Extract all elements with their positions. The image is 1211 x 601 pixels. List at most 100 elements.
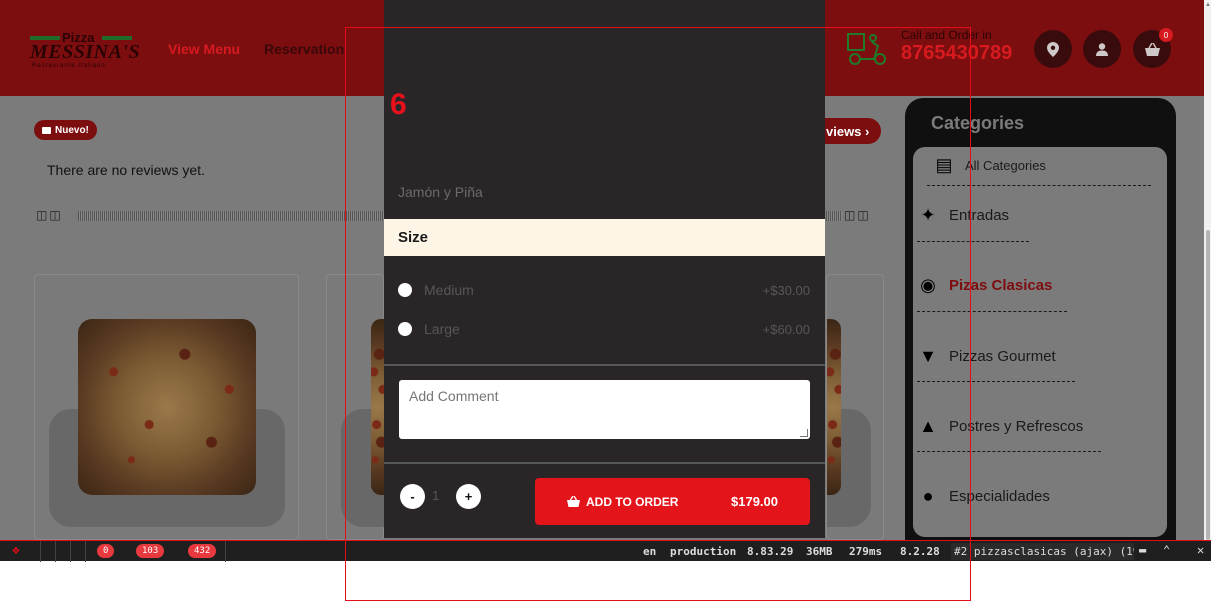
add-to-order-label: ADD TO ORDER [586,494,679,509]
category-pizas-clasicas[interactable]: ◉ Pizas Clasicas [915,265,1052,305]
minus-icon: - [410,489,415,504]
request-select[interactable]: #2 pizzasclasicas (ajax) (19:1 ⌄ [951,543,1134,560]
product-description: Jamón y Piña [398,184,483,200]
cart-button[interactable]: 0 [1133,28,1173,68]
logo-flag-stripe [30,36,60,40]
quantity-value: 1 [432,488,440,503]
categories-title: Categories [931,113,1025,133]
divider [70,541,71,562]
category-label: Pizas Clasicas [949,276,1053,294]
call-label: Call and Order in [901,28,992,42]
category-pizzas-gourmet[interactable]: ▼ Pizzas Gourmet [915,336,1056,376]
decrease-quantity-button[interactable]: - [400,484,425,509]
logo-main-text: MESSINA'S [30,41,141,63]
option-label: Medium [424,282,474,298]
pizza-image [827,319,841,495]
account-button[interactable] [1083,30,1121,68]
tag-icon [42,126,51,134]
restaurant-logo[interactable]: Pizza MESSINA'S Restaurante Italiano [30,30,140,70]
dessert-drink-icon: ▲ [919,415,937,436]
pizza-image [371,319,385,495]
order-total: $179.00 [731,494,778,509]
carousel-track[interactable] [826,211,842,221]
logo-sub-text: Restaurante Italiano [32,63,106,69]
laravel-logo-icon[interactable]: ❖ [12,543,28,559]
size-header [384,219,825,256]
request-time-text: 279ms [849,545,883,558]
category-label: All Categories [965,157,1046,173]
delivery-scooter-icon [847,33,886,65]
radio-button[interactable] [398,322,412,336]
category-divider [917,381,1075,382]
debugbar: ❖ 0 103 432 en production 8.83.29 36MB 2… [0,540,1211,562]
user-icon [1096,42,1108,56]
pizza-image [78,319,256,495]
category-divider [917,311,1067,312]
increase-quantity-button[interactable]: + [456,484,481,509]
environment-text: production [670,545,737,558]
chevron-up-icon[interactable]: ⌃ [1163,543,1170,557]
burger-icon: ▤ [935,154,953,175]
close-icon[interactable]: ✕ [1197,543,1204,557]
radio-button[interactable] [398,283,412,297]
category-label: Especialidades [949,487,1050,505]
request-select-value: #2 pizzasclasicas (ajax) (19:1 [954,545,1134,558]
php-version-text: 8.2.28 [900,545,940,558]
cart-basket-icon [1144,42,1160,56]
scrollbar-thumb[interactable] [1206,230,1210,540]
divider [40,541,41,562]
locale-text: en [643,545,657,558]
categories-list: ▤ All Categories ✦ Entradas ◉ Pizas Clas… [913,147,1167,537]
size-option-medium[interactable]: Medium +$30.00 [398,280,810,300]
product-modal [384,0,825,538]
comment-field[interactable] [399,380,810,439]
category-divider [917,451,1101,452]
divider [55,541,56,562]
reviews-button[interactable]: views › [818,118,882,144]
carousel-track[interactable] [78,211,384,221]
reviews-button-label: views › [826,123,870,139]
new-badge-label: Nuevo! [55,124,89,136]
carousel-arrow-icons[interactable]: ◫◫ [36,208,63,222]
product-card[interactable] [34,274,299,540]
category-entradas[interactable]: ✦ Entradas [915,195,1009,235]
queries-count-badge[interactable]: 103 [136,544,165,558]
size-option-large[interactable]: Large +$60.00 [398,319,810,339]
divider [85,541,86,562]
memory-text: 36MB [806,545,833,558]
nav-view-menu[interactable]: View Menu [168,41,240,57]
location-button[interactable] [1034,30,1072,68]
option-price: +$60.00 [762,321,810,337]
skewer-icon: ✦ [920,204,936,225]
no-reviews-text: There are no reviews yet. [47,162,205,178]
product-card[interactable] [326,274,385,540]
nav-reservation[interactable]: Reservation [264,41,344,57]
divider [384,462,825,464]
category-label: Pizzas Gourmet [949,347,1056,365]
location-pin-icon [1047,41,1059,57]
divider [225,541,226,562]
category-divider [927,185,1151,186]
scroll-up-icon[interactable]: ▲ [1205,2,1211,8]
carousel-arrow-icons[interactable]: ◫◫ [844,208,871,222]
category-all[interactable]: ▤ All Categories [931,145,1046,185]
add-to-order-button[interactable]: ADD TO ORDER $179.00 [535,478,810,525]
category-especialidades[interactable]: ● Especialidades [915,476,1050,516]
product-card[interactable] [826,274,884,540]
modal-step-number: 6 [390,88,407,121]
option-label: Large [424,321,460,337]
folder-open-icon[interactable]: ▬ [1139,543,1146,557]
size-title: Size [398,229,429,246]
basket-icon [567,496,580,507]
laravel-version-text: 8.83.29 [747,545,794,558]
phone-number[interactable]: 8765430789 [901,42,1012,65]
messages-count-badge[interactable]: 0 [97,544,115,558]
category-label: Postres y Refrescos [949,417,1084,435]
category-divider [917,241,1029,242]
resize-grip-icon[interactable] [800,429,808,437]
new-badge: Nuevo! [34,120,97,140]
cloche-icon: ● [922,485,934,506]
models-count-badge[interactable]: 432 [188,544,217,558]
category-postres[interactable]: ▲ Postres y Refrescos [915,406,1083,446]
pizza-icon: ◉ [920,274,936,295]
